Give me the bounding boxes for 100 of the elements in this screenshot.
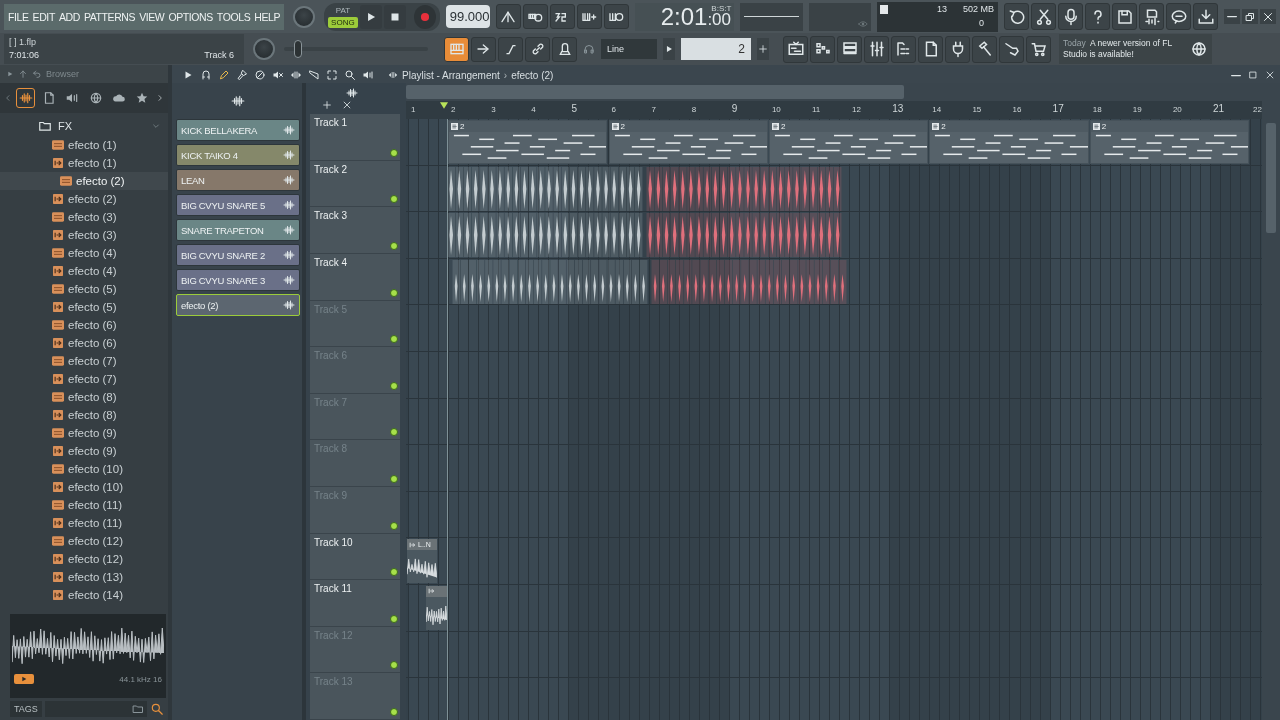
- master-volume-knob[interactable]: [293, 5, 316, 28]
- restore-button[interactable]: [1242, 9, 1258, 24]
- toolbar-button[interactable]: [576, 4, 602, 29]
- browser-tab[interactable]: [16, 88, 36, 108]
- record-button[interactable]: [413, 4, 436, 29]
- pattern-clip[interactable]: 2: [768, 120, 929, 164]
- folder-row[interactable]: FX: [0, 118, 168, 134]
- toolbar-button[interactable]: [1026, 35, 1051, 63]
- track-header[interactable]: Track 2: [310, 160, 400, 208]
- toolbar-button[interactable]: [498, 36, 523, 62]
- close-button[interactable]: [1260, 9, 1276, 24]
- toolbar-button[interactable]: [918, 35, 943, 63]
- channel-button[interactable]: efecto (2): [176, 294, 300, 316]
- track-activity-dot[interactable]: [390, 335, 398, 344]
- tool-button[interactable]: [324, 68, 340, 82]
- toolbar-button[interactable]: [1139, 3, 1164, 30]
- channel-button[interactable]: BIG CVYU SNARE 3: [176, 269, 300, 291]
- toolbar-button[interactable]: [1004, 3, 1029, 30]
- waveform-icon[interactable]: [346, 87, 358, 99]
- mode-toggle[interactable]: SONG: [328, 17, 358, 28]
- channel-button[interactable]: BIG CVYU SNARE 5: [176, 194, 300, 216]
- tool-button[interactable]: [342, 68, 358, 82]
- pattern-clip[interactable]: 2: [1089, 120, 1250, 164]
- toolbar-button[interactable]: [525, 36, 550, 62]
- master-pitch-knob[interactable]: [253, 38, 275, 60]
- toolbar-button[interactable]: [1031, 3, 1056, 30]
- scrollbar-thumb[interactable]: [1266, 123, 1276, 233]
- track-activity-dot[interactable]: [390, 381, 398, 390]
- track-activity-dot[interactable]: [390, 475, 398, 484]
- browser-file-item[interactable]: efecto (6): [0, 316, 168, 334]
- browser-file-item[interactable]: efecto (10): [0, 478, 168, 496]
- audio-clips-drawing[interactable]: [651, 259, 848, 304]
- toolbar-button[interactable]: [444, 36, 469, 62]
- menu-item[interactable]: HELP: [254, 10, 281, 23]
- browser-file-item[interactable]: efecto (1): [0, 136, 168, 154]
- menu-item[interactable]: EDIT: [32, 10, 55, 23]
- browser-file-item[interactable]: efecto (7): [0, 370, 168, 388]
- browser-file-item[interactable]: efecto (5): [0, 280, 168, 298]
- menu-item[interactable]: FILE: [8, 10, 29, 23]
- snap-dropdown[interactable]: Line: [601, 39, 657, 59]
- current-pattern[interactable]: efecto (2): [511, 69, 554, 81]
- toolbar-button[interactable]: [891, 35, 916, 63]
- maximize-button[interactable]: [1246, 68, 1259, 82]
- browser-file-item[interactable]: efecto (2): [0, 190, 168, 208]
- toolbar-button[interactable]: [783, 35, 808, 63]
- browser-file-item[interactable]: efecto (6): [0, 334, 168, 352]
- browser-file-item[interactable]: efecto (12): [0, 532, 168, 550]
- browser-file-item[interactable]: efecto (9): [0, 424, 168, 442]
- tool-button[interactable]: [306, 68, 322, 82]
- toolbar-button[interactable]: [945, 35, 970, 63]
- close-icon[interactable]: [342, 100, 352, 111]
- audio-clips-drawing[interactable]: [452, 259, 649, 304]
- mode-toggle[interactable]: PAT: [332, 5, 354, 16]
- browser-file-item[interactable]: efecto (13): [0, 568, 168, 586]
- browser-file-item[interactable]: efecto (8): [0, 406, 168, 424]
- browser-file-item[interactable]: efecto (4): [0, 244, 168, 262]
- audio-clips-drawing[interactable]: [646, 213, 843, 258]
- menu-item[interactable]: VIEW: [139, 10, 165, 23]
- toolbar-button[interactable]: [837, 35, 862, 63]
- browser-file-item[interactable]: efecto (12): [0, 550, 168, 568]
- browser-file-item[interactable]: efecto (4): [0, 262, 168, 280]
- audio-clip[interactable]: [426, 585, 447, 630]
- toolbar-button[interactable]: [495, 4, 521, 29]
- minimize-button[interactable]: [1224, 9, 1240, 24]
- search-icon[interactable]: [150, 702, 164, 716]
- play-button[interactable]: [359, 4, 382, 29]
- channel-button[interactable]: BIG CVYU SNARE 2: [176, 244, 300, 266]
- preview-play-button[interactable]: [14, 674, 34, 684]
- browser-file-item[interactable]: efecto (14): [0, 586, 168, 604]
- toolbar-button[interactable]: [522, 4, 548, 29]
- track-activity-dot[interactable]: [390, 521, 398, 530]
- pattern-clip[interactable]: 2: [929, 120, 1089, 164]
- menu-item[interactable]: PATTERNS: [83, 10, 136, 23]
- track-activity-dot[interactable]: [390, 288, 398, 297]
- toolbar-button[interactable]: [471, 36, 496, 62]
- browser-file-item[interactable]: efecto (10): [0, 460, 168, 478]
- toolbar-button[interactable]: [1085, 3, 1110, 30]
- track-header[interactable]: Track 11: [310, 580, 400, 627]
- toolbar-button[interactable]: [810, 35, 835, 63]
- track-activity-dot[interactable]: [390, 568, 398, 577]
- add-pattern-button[interactable]: [757, 38, 769, 60]
- toolbar-button[interactable]: [603, 4, 629, 29]
- pattern-clip[interactable]: 2: [608, 120, 768, 164]
- plus-icon[interactable]: [322, 100, 332, 111]
- pattern-clip[interactable]: 2: [448, 120, 608, 164]
- scrollbar-thumb[interactable]: [406, 85, 904, 99]
- track-activity-dot[interactable]: [390, 428, 398, 437]
- toolbar-button[interactable]: [549, 4, 575, 29]
- track-header[interactable]: Track 4: [310, 254, 400, 301]
- toolbar-button[interactable]: [972, 35, 997, 63]
- browser-file-item[interactable]: efecto (3): [0, 208, 168, 226]
- browser-file-item[interactable]: efecto (11): [0, 496, 168, 514]
- stop-button[interactable]: [383, 4, 406, 29]
- menu-item[interactable]: TOOLS: [216, 10, 251, 23]
- track-activity-dot[interactable]: [390, 195, 398, 204]
- track-activity-dot[interactable]: [390, 148, 398, 157]
- toolbar-button[interactable]: [552, 36, 577, 62]
- browser-file-item[interactable]: efecto (11): [0, 514, 168, 532]
- waveform-icon[interactable]: [231, 94, 245, 108]
- menu-item[interactable]: ADD: [58, 10, 80, 23]
